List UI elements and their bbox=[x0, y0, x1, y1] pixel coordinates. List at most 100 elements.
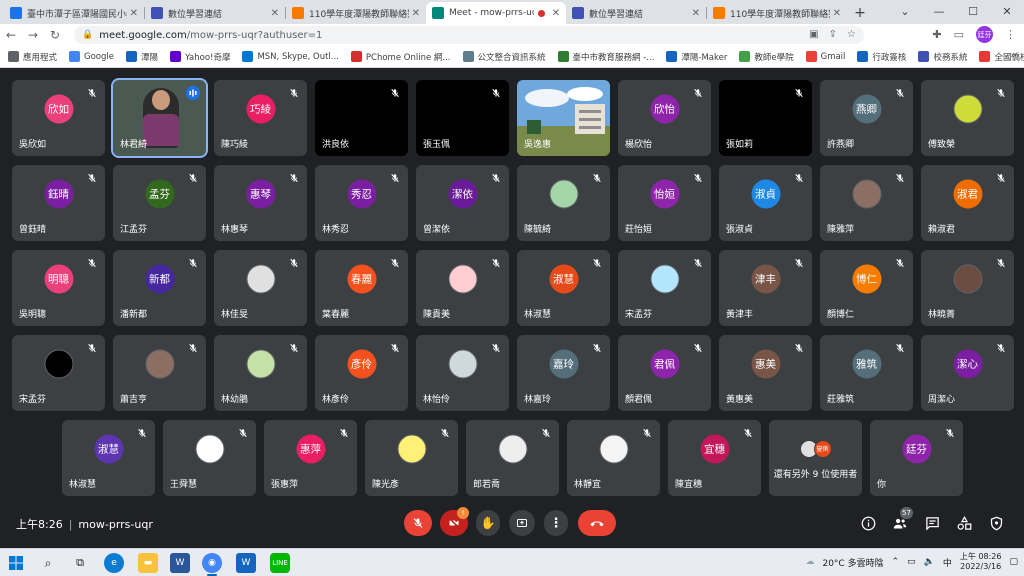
bookmark-item[interactable]: 臺中市教育服務網 -... bbox=[557, 51, 654, 63]
participant-tile[interactable]: 鈺晴 曾鈺晴 bbox=[12, 165, 105, 241]
participant-tile[interactable]: 林靜宜 bbox=[567, 420, 660, 496]
bookmark-item[interactable]: 公文整合資訊系統 bbox=[462, 51, 546, 63]
participant-tile[interactable]: 淑慧 林淑慧 bbox=[517, 250, 610, 326]
participant-tile[interactable]: 洪良依 bbox=[315, 80, 408, 156]
participant-tile[interactable]: 張如莉 bbox=[719, 80, 812, 156]
participant-tile[interactable]: 燮俐 還有另外 9 位使用者 bbox=[769, 420, 862, 496]
maximize-button[interactable]: ☐ bbox=[956, 0, 990, 22]
bookmark-item[interactable]: 全國僑校 bbox=[979, 51, 1024, 63]
taskbar-clock[interactable]: 上午 08:26 2022/3/16 bbox=[960, 552, 1002, 572]
chevron-down-icon[interactable]: ⌄ bbox=[888, 0, 922, 22]
tab-close-icon[interactable]: ✕ bbox=[130, 8, 138, 19]
browser-tab[interactable]: Meet - mow-prrs-uqr ✕ bbox=[426, 2, 566, 24]
browser-tab[interactable]: 臺中市潭子區潭陽國民小學 ✕ bbox=[4, 2, 144, 24]
participant-tile[interactable]: 蕭吉亨 bbox=[113, 335, 206, 411]
side-panel-icon[interactable]: ▭ bbox=[954, 28, 964, 41]
participant-tile[interactable]: 林怡伶 bbox=[416, 335, 509, 411]
browser-tab[interactable]: 數位學習連結 ✕ bbox=[566, 2, 706, 24]
browser-tab[interactable]: 110學年度潭陽教師聯絡簿 ✕ bbox=[286, 2, 426, 24]
participant-tile[interactable]: 彥伶 林彥伶 bbox=[315, 335, 408, 411]
more-options-button[interactable]: ⋮ bbox=[544, 510, 568, 536]
raise-hand-button[interactable]: ✋ bbox=[476, 510, 500, 536]
minimize-button[interactable]: — bbox=[922, 0, 956, 22]
present-button[interactable] bbox=[509, 510, 535, 536]
participant-tile[interactable]: 淑慧 林淑慧 bbox=[62, 420, 155, 496]
mic-toggle-button[interactable] bbox=[404, 510, 432, 536]
participant-tile[interactable]: 宋孟芬 bbox=[618, 250, 711, 326]
host-controls-icon[interactable] bbox=[988, 515, 1004, 531]
participant-tile[interactable]: 吳逸惠 bbox=[517, 80, 610, 156]
forward-button[interactable]: → bbox=[22, 28, 44, 42]
participant-tile[interactable]: 明聰 吳明聰 bbox=[12, 250, 105, 326]
participant-tile[interactable]: 惠美 黃惠美 bbox=[719, 335, 812, 411]
leave-call-button[interactable] bbox=[578, 510, 616, 536]
participant-tile[interactable]: 津丰 黃津丰 bbox=[719, 250, 812, 326]
weather-text[interactable]: 20°C 多雲時陰 bbox=[822, 556, 883, 569]
close-window-button[interactable]: ✕ bbox=[990, 0, 1024, 22]
windows-start-icon[interactable] bbox=[6, 553, 26, 573]
participant-tile[interactable]: 陳光彥 bbox=[365, 420, 458, 496]
participant-tile[interactable]: 林幼鵑 bbox=[214, 335, 307, 411]
participant-tile[interactable]: 惠萍 張惠萍 bbox=[264, 420, 357, 496]
chrome-icon[interactable]: ◉ bbox=[202, 553, 222, 573]
tab-close-icon[interactable]: ✕ bbox=[692, 8, 700, 19]
participant-tile[interactable]: 林佳旻 bbox=[214, 250, 307, 326]
share-icon[interactable]: ⇪ bbox=[829, 29, 837, 40]
participant-tile[interactable]: 潔心 周潔心 bbox=[921, 335, 1014, 411]
participant-tile[interactable]: 巧綾 陳巧綾 bbox=[214, 80, 307, 156]
profile-avatar[interactable]: 廷芬 bbox=[976, 26, 993, 43]
participant-tile[interactable]: 孟芬 江孟芬 bbox=[113, 165, 206, 241]
participant-tile[interactable]: 雅筑 莊雅筑 bbox=[820, 335, 913, 411]
bookmark-item[interactable]: PChome Online 網... bbox=[350, 51, 451, 63]
participant-tile[interactable]: 林曉菁 bbox=[921, 250, 1014, 326]
meeting-details-icon[interactable] bbox=[860, 515, 876, 531]
line-icon[interactable]: LINE bbox=[270, 553, 290, 573]
participant-tile[interactable]: 欣如 吳欣如 bbox=[12, 80, 105, 156]
file-explorer-icon[interactable]: ▬ bbox=[138, 553, 158, 573]
bookmark-item[interactable]: 教師e學院 bbox=[739, 51, 794, 63]
participant-tile[interactable]: 燕卿 許燕卿 bbox=[820, 80, 913, 156]
browser-tab[interactable]: 數位學習連結 ✕ bbox=[145, 2, 285, 24]
activities-icon[interactable] bbox=[956, 515, 972, 531]
back-button[interactable]: ← bbox=[0, 28, 22, 42]
participant-tile[interactable]: 淑貞 張淑貞 bbox=[719, 165, 812, 241]
participant-tile[interactable]: 君佩 顏君佩 bbox=[618, 335, 711, 411]
bookmark-item[interactable]: Google bbox=[69, 51, 114, 62]
new-tab-button[interactable]: + bbox=[849, 2, 871, 24]
app-w-icon[interactable]: W bbox=[236, 553, 256, 573]
participant-tile[interactable]: 陳毓綺 bbox=[517, 165, 610, 241]
participant-tile[interactable]: 惠琴 林惠琴 bbox=[214, 165, 307, 241]
participant-tile[interactable]: 欣怡 楊欣怡 bbox=[618, 80, 711, 156]
participant-tile[interactable]: 宜穗 陳宜穗 bbox=[668, 420, 761, 496]
participant-tile[interactable]: 怡姮 莊怡姮 bbox=[618, 165, 711, 241]
more-bookmarks-icon[interactable]: » bbox=[1010, 51, 1016, 61]
reload-button[interactable]: ↻ bbox=[44, 28, 66, 42]
participant-tile[interactable]: 秀忍 林秀忍 bbox=[315, 165, 408, 241]
participant-tile[interactable]: 潔依 曾潔依 bbox=[416, 165, 509, 241]
word-icon[interactable]: W bbox=[170, 553, 190, 573]
tray-chevron-icon[interactable]: ⌃ bbox=[892, 557, 900, 567]
bookmark-item[interactable]: Yahoo!奇摩 bbox=[170, 51, 230, 63]
participant-tile[interactable]: 春麗 葉春麗 bbox=[315, 250, 408, 326]
bookmark-item[interactable]: MSN, Skype, Outl... bbox=[242, 51, 339, 62]
participant-tile[interactable]: 郎若喬 bbox=[466, 420, 559, 496]
bookmark-item[interactable]: Gmail bbox=[805, 51, 845, 62]
participant-tile[interactable]: 廷芬你 bbox=[870, 420, 963, 496]
search-icon[interactable]: ⌕ bbox=[38, 553, 58, 573]
volume-icon[interactable]: 🔈 bbox=[924, 557, 935, 567]
participant-tile[interactable]: 淑君 賴淑君 bbox=[921, 165, 1014, 241]
lock-icon[interactable]: 🔒 bbox=[82, 30, 93, 40]
participant-tile[interactable]: 嘉玲 林嘉玲 bbox=[517, 335, 610, 411]
edge-icon[interactable]: e bbox=[104, 553, 124, 573]
browser-tab[interactable]: 110學年度潭陽教師聯絡簿 ✕ bbox=[707, 2, 847, 24]
address-bar[interactable]: 🔒 meet.google.com/mow-prrs-uqr?authuser=… bbox=[74, 26, 864, 44]
tab-close-icon[interactable]: ✕ bbox=[833, 8, 841, 19]
bookmark-item[interactable]: 行政簽核 bbox=[857, 51, 906, 63]
participant-tile[interactable]: 張玉佩 bbox=[416, 80, 509, 156]
participant-tile[interactable]: 博仁 顏博仁 bbox=[820, 250, 913, 326]
network-icon[interactable]: ▭ bbox=[907, 557, 916, 567]
tab-close-icon[interactable]: ✕ bbox=[412, 8, 420, 19]
participant-tile[interactable]: 陳貴美 bbox=[416, 250, 509, 326]
chat-icon[interactable] bbox=[924, 515, 940, 531]
star-icon[interactable]: ☆ bbox=[847, 29, 856, 40]
